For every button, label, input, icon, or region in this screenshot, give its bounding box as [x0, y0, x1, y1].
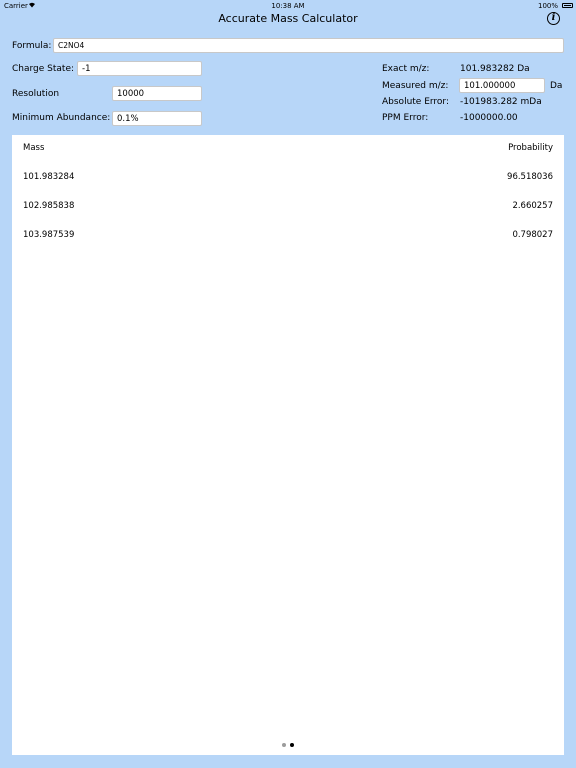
- measured-mz-label: Measured m/z:: [382, 81, 449, 91]
- resolution-label: Resolution: [12, 89, 60, 99]
- status-bar: Carrier 10:38 AM 100%: [0, 0, 576, 12]
- info-icon[interactable]: i: [547, 12, 560, 25]
- formula-label: Formula:: [12, 41, 52, 51]
- measured-mz-input[interactable]: [459, 78, 545, 93]
- mass-cell: 103.987539: [23, 230, 75, 240]
- exact-mz-label: Exact m/z:: [382, 64, 430, 74]
- page-title: Accurate Mass Calculator: [218, 12, 358, 25]
- battery-percent: 100%: [537, 2, 558, 10]
- probability-column-header: Probability: [508, 143, 553, 153]
- resolution-input[interactable]: [112, 86, 202, 101]
- page-indicator[interactable]: [0, 743, 576, 749]
- battery-icon: [562, 3, 573, 8]
- ppm-error-label: PPM Error:: [382, 113, 429, 123]
- page-dot-2[interactable]: [290, 743, 294, 747]
- probability-cell: 2.660257: [512, 201, 553, 211]
- isotope-results-table[interactable]: Mass Probability 101.983284 96.518036 10…: [12, 135, 564, 755]
- absolute-error-value: -101983.282 mDa: [460, 97, 542, 107]
- mass-cell: 101.983284: [23, 172, 75, 182]
- mass-cell: 102.985838: [23, 201, 75, 211]
- minimum-abundance-input[interactable]: [112, 111, 202, 126]
- formula-input[interactable]: [53, 38, 564, 53]
- exact-mz-value: 101.983282 Da: [460, 64, 530, 74]
- charge-state-label: Charge State:: [12, 64, 75, 74]
- status-time: 10:38 AM: [271, 2, 305, 10]
- probability-cell: 96.518036: [507, 172, 553, 182]
- page-dot-1[interactable]: [282, 743, 286, 747]
- charge-state-input[interactable]: [77, 61, 202, 76]
- probability-cell: 0.798027: [512, 230, 553, 240]
- absolute-error-label: Absolute Error:: [382, 97, 450, 107]
- mass-column-header: Mass: [23, 143, 45, 153]
- measured-mz-unit: Da: [550, 81, 563, 91]
- ppm-error-value: -1000000.00: [460, 113, 518, 123]
- minimum-abundance-label: Minimum Abundance:: [12, 113, 111, 123]
